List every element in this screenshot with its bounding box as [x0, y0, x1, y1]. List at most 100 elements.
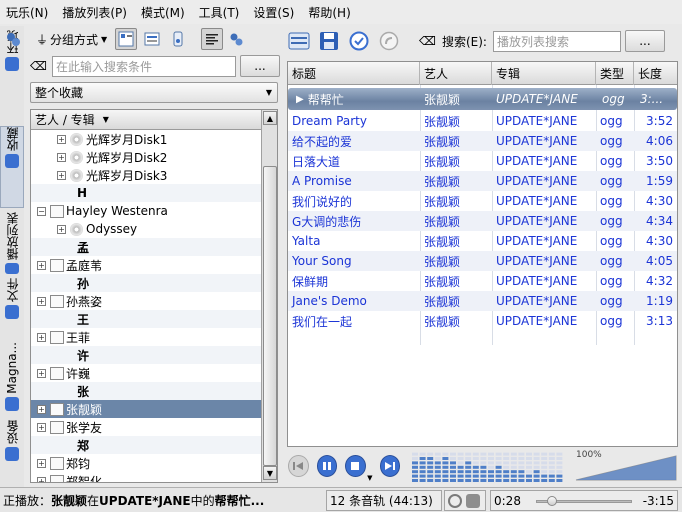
expand-icon[interactable]: +: [37, 332, 46, 342]
playlist-row[interactable]: A Promise 张靓颖 UPDATE*JANE ogg 1:59: [288, 171, 677, 191]
tree-item[interactable]: + 光辉岁月Disk3: [31, 166, 261, 184]
playlist-cell-title: 我们在一起: [292, 314, 353, 329]
group-by-button[interactable]: ⏚ 分组方式 ▼: [36, 31, 107, 48]
side-tab[interactable]: 文件: [0, 278, 24, 338]
tree-item[interactable]: + 张学友: [31, 418, 261, 436]
expand-icon[interactable]: +: [37, 476, 46, 482]
clear-search-icon[interactable]: ⌫: [30, 59, 48, 73]
playlist-search-input[interactable]: 播放列表搜索: [492, 30, 621, 52]
tree-item[interactable]: + 郑智化: [31, 472, 261, 482]
clear-playlist-icon[interactable]: [287, 29, 311, 53]
collection-filter-button[interactable]: ...: [240, 55, 280, 77]
menu-item[interactable]: 工具(T): [199, 4, 240, 21]
scroll-down-icon[interactable]: ▼: [263, 466, 277, 480]
collapse-icon[interactable]: −: [37, 206, 46, 216]
side-tab-label: 文件: [5, 278, 20, 302]
redo-icon[interactable]: [377, 29, 401, 53]
tree-divider: H: [31, 184, 261, 202]
menu-item[interactable]: 模式(M): [141, 4, 185, 21]
position-handle[interactable]: [547, 495, 557, 506]
playlist-row[interactable]: 日落大道 张靓颖 UPDATE*JANE ogg 3:50: [288, 151, 677, 171]
side-tab[interactable]: Magna...: [0, 342, 24, 416]
playlist-row[interactable]: Jane's Demo 张靓颖 UPDATE*JANE ogg 1:19: [288, 291, 677, 311]
undo-icon[interactable]: [347, 29, 371, 53]
playlist-row[interactable]: 我们说好的 张靓颖 UPDATE*JANE ogg 4:30: [288, 191, 677, 211]
analyzer-segment: [427, 461, 434, 465]
tree-item[interactable]: + 王菲: [31, 328, 261, 346]
column-header-artist[interactable]: 艺人: [420, 62, 492, 85]
tree-item[interactable]: − Hayley Westenra: [31, 202, 261, 220]
previous-icon[interactable]: [288, 455, 309, 477]
tree-item[interactable]: + 张靓颖: [31, 400, 261, 418]
list-align-button[interactable]: [201, 28, 224, 50]
tree-item[interactable]: + 郑钧: [31, 454, 261, 472]
expand-icon[interactable]: +: [57, 224, 66, 234]
tree-scrollbar[interactable]: ▲ ▼: [261, 110, 277, 482]
analyzer-segment: [556, 470, 563, 474]
next-icon[interactable]: [379, 455, 400, 477]
playlist-filter-button[interactable]: ...: [624, 30, 665, 52]
flat-view-button[interactable]: [141, 28, 163, 50]
device-view-button[interactable]: [167, 28, 189, 50]
analyzer-segment: [548, 474, 555, 478]
scroll-thumb[interactable]: [263, 166, 277, 466]
expand-icon[interactable]: +: [37, 422, 46, 432]
playlist-row[interactable]: Dream Party 张靓颖 UPDATE*JANE ogg 3:52: [288, 111, 677, 131]
menu-item[interactable]: 帮助(H): [308, 4, 350, 21]
column-header-type[interactable]: 类型: [596, 62, 634, 85]
playlist-table: 标题 艺人 专辑 类型 长度 ▶ 帮帮忙 张靓颖 UPDATE*JANE ogg…: [287, 61, 678, 447]
tree-item[interactable]: + 光辉岁月Disk2: [31, 148, 261, 166]
tree-divider: 许: [31, 346, 261, 364]
playlist-row[interactable]: G大调的悲伤 张靓颖 UPDATE*JANE ogg 4:34: [288, 211, 677, 231]
expand-icon[interactable]: +: [37, 368, 46, 378]
expand-icon[interactable]: +: [57, 134, 66, 144]
save-icon[interactable]: [317, 29, 341, 53]
analyzer-segment: [450, 452, 456, 456]
playlist-row[interactable]: 我们在一起 张靓颖 UPDATE*JANE ogg 3:13: [288, 311, 677, 331]
tree-column-header[interactable]: 艺人 / 专辑 ▼: [31, 110, 261, 130]
column-header-title[interactable]: 标题: [288, 62, 420, 85]
playlist-cell-album: UPDATE*JANE: [496, 294, 578, 308]
tree-view-button[interactable]: [115, 28, 138, 50]
expand-icon[interactable]: +: [57, 152, 66, 162]
analyzer-segment: [541, 452, 548, 456]
playlist-row[interactable]: Yalta 张靓颖 UPDATE*JANE ogg 4:30: [288, 231, 677, 251]
volume-slider[interactable]: 100%: [574, 450, 678, 482]
playlist-cell-album: UPDATE*JANE: [496, 274, 578, 288]
scroll-up-icon[interactable]: ▲: [263, 111, 277, 125]
clear-search-icon[interactable]: ⌫: [419, 34, 436, 48]
tree-item[interactable]: + 光辉岁月Disk1: [31, 130, 261, 148]
analyzer-segment: [427, 452, 434, 456]
side-tab[interactable]: 播放列表: [0, 212, 24, 274]
expand-icon[interactable]: +: [37, 296, 46, 306]
column-header-length[interactable]: 长度: [634, 62, 677, 85]
side-tab[interactable]: 设备: [0, 420, 24, 464]
menu-item[interactable]: 玩乐(N): [6, 4, 48, 21]
playlist-row[interactable]: 保鲜期 张靓颖 UPDATE*JANE ogg 4:32: [288, 271, 677, 291]
repeat-icon[interactable]: [448, 493, 462, 508]
tree-item[interactable]: + 许巍: [31, 364, 261, 382]
collection-search-input[interactable]: 在此输入搜索条件: [52, 55, 236, 77]
tree-item[interactable]: + 孙燕姿: [31, 292, 261, 310]
expand-icon[interactable]: +: [37, 404, 46, 414]
side-tab[interactable]: 收藏: [0, 126, 24, 208]
menu-item[interactable]: 设置(S): [253, 4, 294, 21]
analyzer-segment: [495, 479, 502, 482]
tree-item[interactable]: + 孟庭苇: [31, 256, 261, 274]
stop-icon[interactable]: ▼: [345, 455, 373, 482]
expand-icon[interactable]: +: [37, 458, 46, 468]
settings-gear-icon[interactable]: [225, 28, 247, 50]
menu-item[interactable]: 播放列表(P): [62, 4, 127, 21]
playlist-row[interactable]: 给不起的爱 张靓颖 UPDATE*JANE ogg 4:06: [288, 131, 677, 151]
pause-icon[interactable]: [316, 455, 337, 477]
random-icon[interactable]: [466, 493, 480, 508]
column-header-album[interactable]: 专辑: [492, 62, 596, 85]
config-icon[interactable]: [2, 28, 24, 50]
expand-icon[interactable]: +: [57, 170, 66, 180]
collection-scope-combo[interactable]: 整个收藏 ▼: [30, 82, 278, 103]
position-slider[interactable]: [536, 495, 632, 506]
playlist-row-current[interactable]: ▶ 帮帮忙 张靓颖 UPDATE*JANE ogg 3:...: [288, 88, 677, 110]
tree-item[interactable]: + Odyssey: [31, 220, 261, 238]
expand-icon[interactable]: +: [37, 260, 46, 270]
playlist-row[interactable]: Your Song 张靓颖 UPDATE*JANE ogg 4:05: [288, 251, 677, 271]
